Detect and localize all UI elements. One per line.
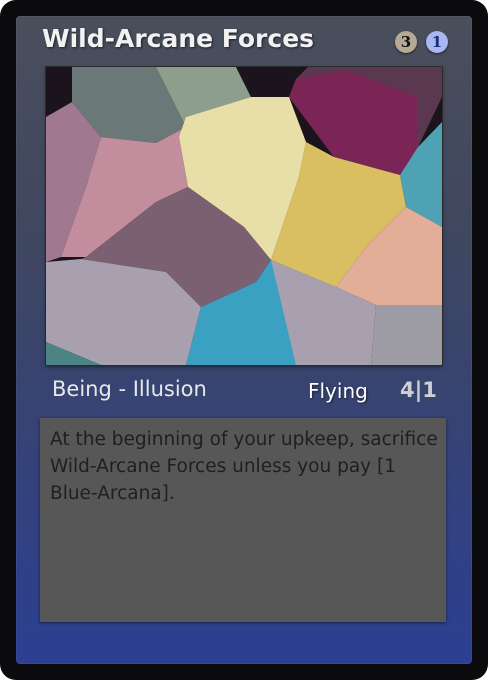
keyword-ability: Flying xyxy=(308,379,368,403)
mana-symbol-generic: 3 xyxy=(395,31,417,53)
card-art xyxy=(46,67,442,365)
card-title: Wild-Arcane Forces xyxy=(42,24,315,53)
power-toughness: 4|1 xyxy=(400,378,437,402)
mana-symbol-blue: 1 xyxy=(426,31,448,53)
card[interactable]: Wild-Arcane Forces 3 1 Being - Illusion xyxy=(0,0,488,680)
rules-text: At the beginning of your upkeep, sacrifi… xyxy=(50,429,438,504)
type-line: Being - Illusion xyxy=(52,377,207,401)
abstract-art-illustration xyxy=(46,67,442,365)
